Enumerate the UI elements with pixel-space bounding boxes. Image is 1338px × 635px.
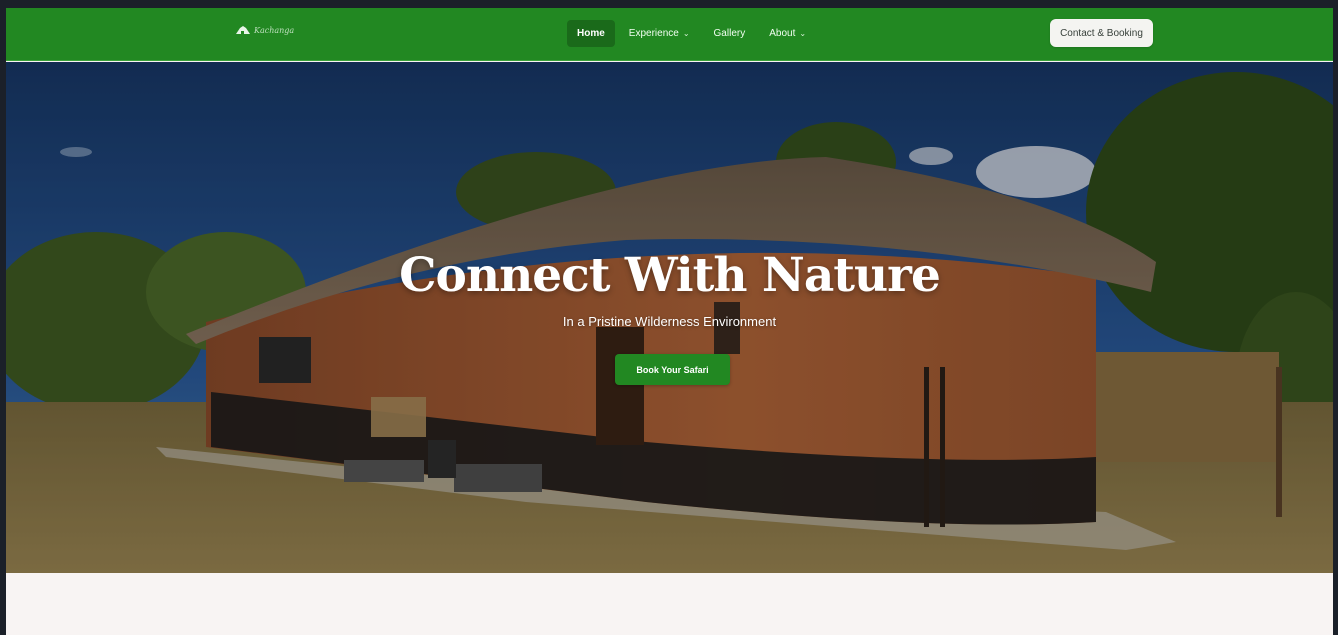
nav-item-about[interactable]: About ⌄ — [759, 20, 816, 47]
nav-item-label: Experience — [628, 27, 679, 39]
hero-subtitle: In a Pristine Wilderness Environment — [562, 314, 777, 329]
chevron-down-icon: ⌄ — [682, 28, 690, 38]
nav-item-home[interactable]: Home — [567, 19, 615, 47]
main-menu: Home Experience ⌄ Gallery About ⌄ — [567, 19, 820, 47]
thatched-hut-logo-icon — [236, 26, 250, 34]
chevron-down-icon: ⌄ — [799, 28, 807, 38]
book-safari-button[interactable]: Book Your Safari — [615, 354, 730, 385]
nav-item-experience[interactable]: Experience ⌄ — [619, 20, 700, 47]
site-logo[interactable]: Kachanga — [236, 25, 294, 35]
nav-item-gallery[interactable]: Gallery — [704, 20, 756, 47]
nav-item-label: About — [769, 27, 796, 39]
hero-title: Connect With Nature — [399, 248, 941, 303]
nav-item-label: Gallery — [713, 27, 746, 39]
page-frame: Kachanga Home Experience ⌄ Gallery About… — [6, 8, 1333, 635]
top-navbar: Kachanga Home Experience ⌄ Gallery About… — [6, 8, 1333, 61]
contact-booking-button[interactable]: Contact & Booking — [1050, 19, 1153, 47]
logo-wordmark: Kachanga — [254, 25, 295, 35]
content-section — [6, 573, 1333, 635]
nav-item-label: Home — [577, 27, 605, 39]
hero-section: Connect With Nature In a Pristine Wilder… — [6, 62, 1333, 573]
